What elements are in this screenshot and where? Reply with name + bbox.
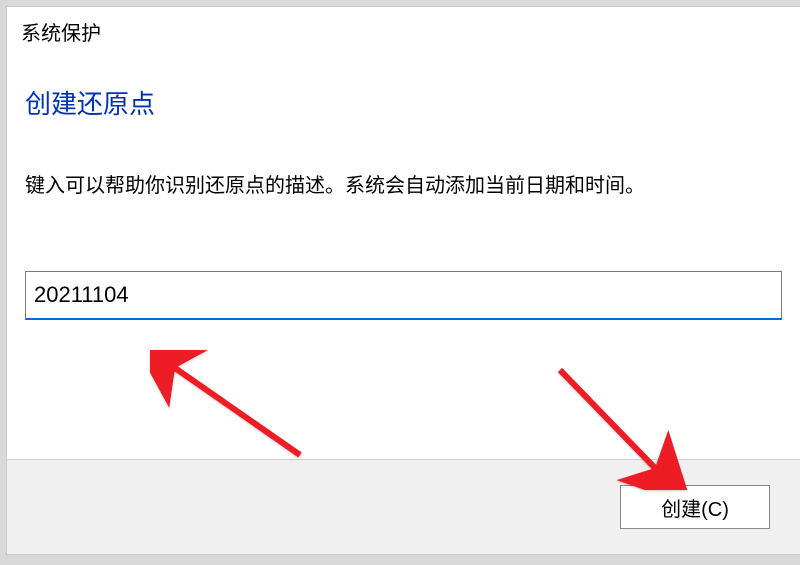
dialog-content: 创建还原点 键入可以帮助你识别还原点的描述。系统会自动添加当前日期和时间。 [7, 54, 800, 320]
create-button[interactable]: 创建(C) [620, 485, 770, 529]
system-protection-dialog: 系统保护 创建还原点 键入可以帮助你识别还原点的描述。系统会自动添加当前日期和时… [6, 6, 800, 555]
dialog-title: 系统保护 [7, 7, 800, 54]
dialog-description: 键入可以帮助你识别还原点的描述。系统会自动添加当前日期和时间。 [25, 171, 782, 201]
dialog-footer: 创建(C) [7, 459, 800, 554]
restore-point-description-input[interactable] [25, 271, 782, 320]
dialog-heading: 创建还原点 [25, 84, 782, 121]
